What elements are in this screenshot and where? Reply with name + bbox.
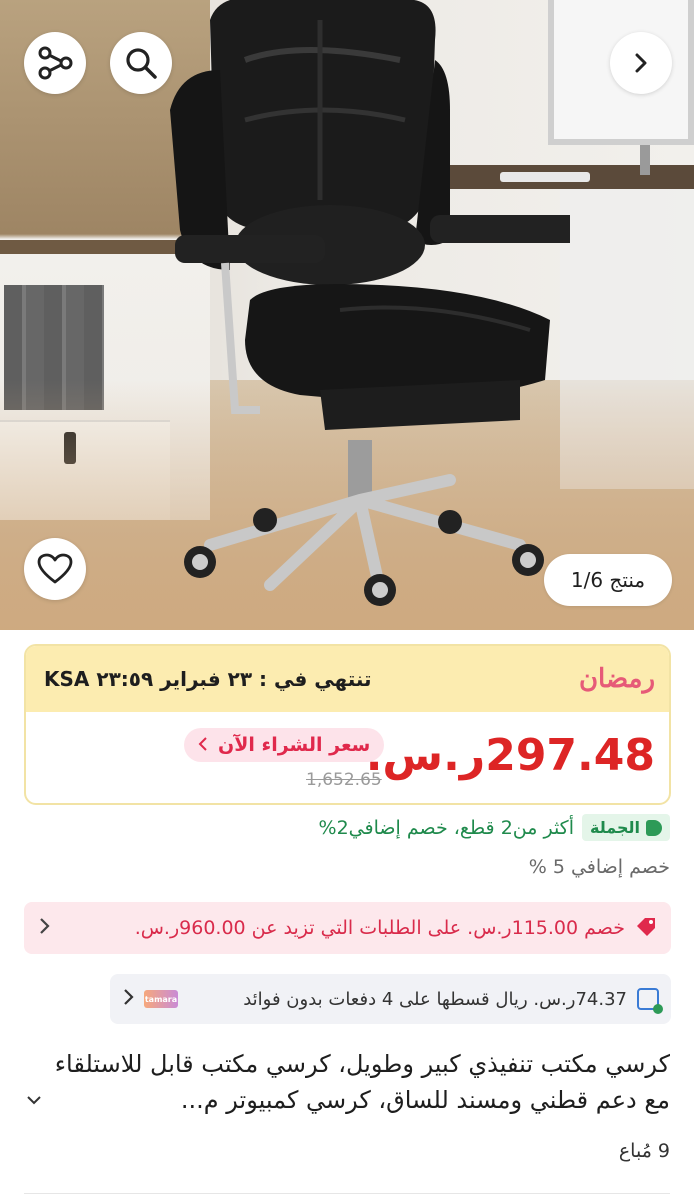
tamara-logo: tamara bbox=[144, 990, 178, 1008]
extra-discount: خصم إضافي 5 % bbox=[528, 856, 670, 878]
installment-text: 74.37ر.س. ريال قسطها على 4 دفعات بدون فو… bbox=[243, 988, 627, 1010]
share-button[interactable] bbox=[24, 32, 86, 94]
product-title[interactable]: كرسي مكتب تنفيذي كبير وطويل، كرسي مكتب ق… bbox=[24, 1046, 670, 1118]
ramadan-logo: رمضان bbox=[578, 664, 655, 694]
next-image-button[interactable] bbox=[610, 32, 672, 94]
tag-icon bbox=[646, 819, 662, 836]
coupon-tag-icon bbox=[635, 915, 657, 941]
wishlist-button[interactable] bbox=[24, 538, 86, 600]
search-icon bbox=[124, 46, 158, 80]
chevron-right-icon bbox=[122, 988, 134, 1010]
wholesale-text: أكثر من2 قطع، خصم إضافي2% bbox=[318, 816, 575, 839]
campaign-end-time: تنتهي في : ٢٣ فبراير ٢٣:٥٩ KSA bbox=[44, 667, 372, 691]
original-price: 1,652.65 bbox=[306, 770, 382, 790]
price-card: تنتهي في : ٢٣ فبراير ٢٣:٥٩ KSA رمضان 297… bbox=[24, 644, 671, 805]
coupon-offer[interactable]: خصم 115.00ر.س. على الطلبات التي تزيد عن … bbox=[24, 902, 671, 954]
heart-icon bbox=[37, 553, 73, 585]
divider bbox=[24, 1193, 670, 1194]
chevron-right-icon bbox=[38, 916, 50, 941]
chevron-right-icon bbox=[630, 52, 652, 74]
search-button[interactable] bbox=[110, 32, 172, 94]
installment-left: tamara bbox=[122, 988, 178, 1010]
coupon-content: خصم 115.00ر.س. على الطلبات التي تزيد عن … bbox=[135, 915, 657, 941]
calendar-icon bbox=[637, 988, 663, 1014]
background-monitor-stand bbox=[640, 145, 650, 175]
installment-right: 74.37ر.س. ريال قسطها على 4 دفعات بدون فو… bbox=[243, 988, 663, 1014]
wholesale-badge-label: الجملة bbox=[590, 818, 640, 837]
share-icon bbox=[37, 45, 73, 81]
price-section: 297.48ر.س. سعر الشراء الآن 1,652.65 bbox=[26, 712, 669, 803]
image-counter: منتج 1/6 bbox=[544, 554, 672, 606]
sold-count: 9 مُباع bbox=[618, 1140, 670, 1162]
chevron-left-icon bbox=[198, 734, 208, 756]
buy-now-price-button[interactable]: سعر الشراء الآن bbox=[184, 728, 385, 762]
product-image-gallery[interactable]: منتج 1/6 bbox=[0, 0, 694, 630]
installment-offer[interactable]: tamara 74.37ر.س. ريال قسطها على 4 دفعات … bbox=[110, 974, 671, 1024]
buy-now-label: سعر الشراء الآن bbox=[218, 734, 371, 756]
wholesale-badge: الجملة bbox=[582, 814, 670, 841]
current-price: 297.48ر.س. bbox=[365, 730, 656, 781]
campaign-banner: تنتهي في : ٢٣ فبراير ٢٣:٥٩ KSA رمضان bbox=[26, 646, 669, 712]
coupon-text: خصم 115.00ر.س. على الطلبات التي تزيد عن … bbox=[134, 917, 625, 939]
wholesale-offer: الجملة أكثر من2 قطع، خصم إضافي2% bbox=[318, 814, 670, 841]
product-photo-chair bbox=[170, 0, 570, 606]
chevron-down-icon[interactable] bbox=[26, 1090, 42, 1111]
